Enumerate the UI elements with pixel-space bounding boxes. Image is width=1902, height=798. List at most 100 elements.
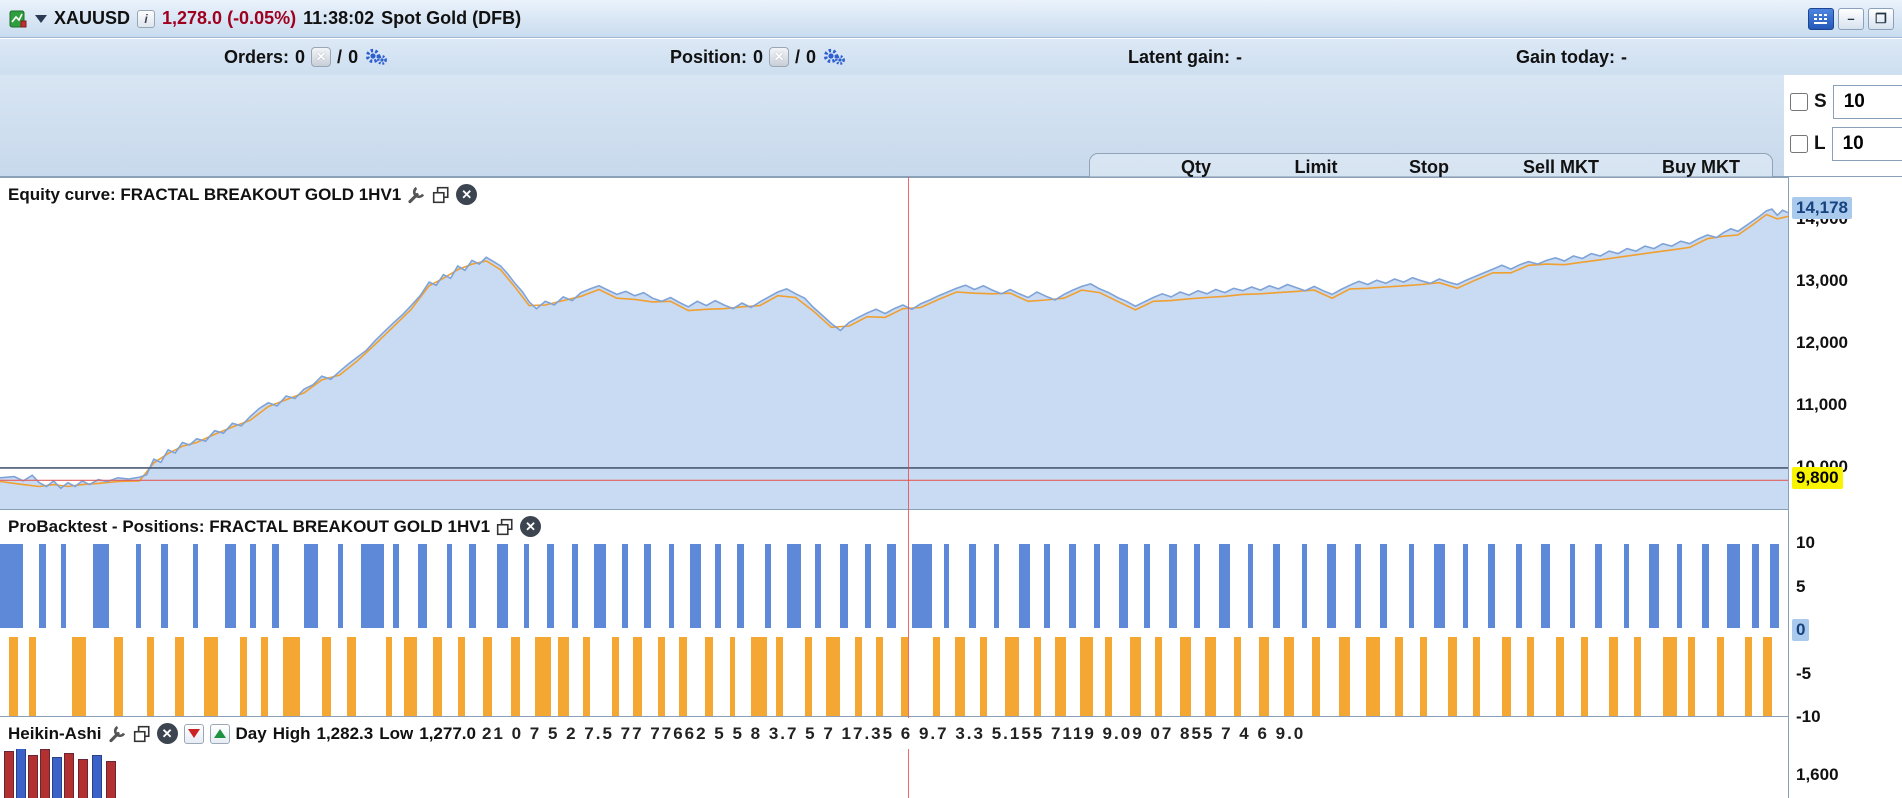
equity-panel[interactable]: Equity curve: FRACTAL BREAKOUT GOLD 1HV1…: [0, 177, 1788, 509]
equity-axis-tick: 13,000: [1792, 270, 1852, 292]
close-icon[interactable]: ✕: [157, 723, 178, 744]
limit-toggle-row: L: [1790, 127, 1902, 161]
long-position-bar: [1570, 544, 1575, 628]
sell-arrow-icon[interactable]: [184, 724, 204, 744]
toolbar: (x) units 1 hour Qty Limit Stop Sell MKT…: [0, 75, 1902, 177]
heikin-ashi-panel[interactable]: Heikin-Ashi ✕ Day High 1,282.3 Low 1,277…: [0, 716, 1788, 798]
short-position-bar: [612, 637, 619, 717]
short-position-bar: [805, 637, 812, 717]
long-position-bar: [1248, 544, 1253, 628]
long-position-bar: [572, 544, 577, 628]
long-position-bar: [815, 544, 820, 628]
stop-checkbox[interactable]: [1790, 93, 1808, 111]
heikin-candle: [52, 757, 62, 798]
long-position-bar: [1727, 544, 1740, 628]
long-position-bar: [690, 544, 701, 628]
wrench-icon[interactable]: [407, 185, 426, 204]
long-position-bar: [361, 544, 384, 628]
limit-distance-input[interactable]: [1832, 127, 1902, 161]
short-position-bar: [1155, 637, 1162, 717]
keypad-icon[interactable]: [1808, 8, 1834, 30]
heikin-candle: [78, 759, 88, 798]
instrument-name-label: Spot Gold (DFB): [381, 8, 521, 29]
instrument-dropdown-icon[interactable]: [35, 15, 47, 23]
short-position-bar: [1284, 637, 1295, 717]
position-sep: /: [795, 47, 800, 68]
position-group: Position: 0 ✕ / 0: [670, 39, 846, 75]
equity-chart[interactable]: [0, 178, 1788, 510]
positions-panel-header: ProBacktest - Positions: FRACTAL BREAKOU…: [0, 511, 549, 542]
short-position-bar: [535, 637, 551, 717]
long-position-bar: [1273, 544, 1280, 628]
stop-distance-input[interactable]: [1833, 85, 1902, 119]
short-position-bar: [1527, 637, 1534, 717]
heikin-candle: [64, 753, 74, 798]
restore-window-icon[interactable]: [496, 518, 514, 536]
short-position-bar: [204, 637, 218, 717]
heikin-candle: [16, 747, 26, 798]
long-position-bar: [865, 544, 870, 628]
limit-checkbox[interactable]: [1790, 135, 1808, 153]
limit-header: Limit: [1266, 157, 1366, 178]
heikin-panel-title: Heikin-Ashi: [8, 724, 102, 744]
long-position-bar: [447, 544, 452, 628]
short-position-bar: [1366, 637, 1380, 717]
orders-clear-icon[interactable]: ✕: [311, 47, 331, 67]
day-low-label: Low: [379, 724, 413, 744]
short-position-bar: [1005, 637, 1019, 717]
orders-settings-icon[interactable]: [364, 48, 388, 66]
close-icon[interactable]: ✕: [520, 516, 541, 537]
short-position-bar: [1055, 637, 1066, 717]
short-position-bar: [347, 637, 356, 717]
short-position-bar: [751, 637, 767, 717]
long-position-bar: [39, 544, 46, 628]
long-position-bar: [944, 544, 949, 628]
position-settings-icon[interactable]: [822, 48, 846, 66]
price-axis[interactable]: 14,00013,00012,00011,00010,00014,1789,80…: [1788, 177, 1902, 798]
close-icon[interactable]: ✕: [456, 184, 477, 205]
info-icon[interactable]: i: [137, 10, 155, 28]
position-label: Position:: [670, 47, 747, 68]
short-position-bar: [29, 637, 36, 717]
restore-window-icon[interactable]: [432, 186, 450, 204]
heikin-candle: [106, 761, 116, 798]
wrench-icon[interactable]: [108, 724, 127, 743]
limit-toggle-label: L: [1814, 133, 1826, 155]
equity-axis-tick: 11,000: [1792, 394, 1851, 416]
long-position-bar: [1019, 544, 1030, 628]
short-position-bar: [386, 637, 391, 717]
orders-count: 0: [295, 47, 305, 68]
positions-panel[interactable]: ProBacktest - Positions: FRACTAL BREAKOU…: [0, 509, 1788, 716]
long-position-bar: [93, 544, 109, 628]
long-position-bar: [524, 544, 529, 628]
restore-button[interactable]: ❐: [1868, 8, 1894, 30]
stop-header: Stop: [1379, 157, 1479, 178]
long-position-bar: [1144, 544, 1149, 628]
positions-panel-title: ProBacktest - Positions: FRACTAL BREAKOU…: [8, 517, 490, 537]
long-position-bar: [1516, 544, 1521, 628]
long-position-bar: [1770, 544, 1779, 628]
equity-panel-title: Equity curve: FRACTAL BREAKOUT GOLD 1HV1: [8, 185, 401, 205]
short-position-bar: [1259, 637, 1270, 717]
long-position-bar: [1094, 544, 1099, 628]
long-position-bar: [765, 544, 770, 628]
heikin-candle: [28, 755, 38, 798]
minimize-button[interactable]: –: [1838, 8, 1864, 30]
short-position-bar: [1234, 637, 1241, 717]
short-position-bar: [955, 637, 966, 717]
restore-window-icon[interactable]: [133, 725, 151, 743]
long-position-bar: [1380, 544, 1387, 628]
heikin-candle: [40, 749, 50, 798]
long-position-bar: [161, 544, 168, 628]
position-clear-icon[interactable]: ✕: [769, 47, 789, 67]
long-position-bar: [669, 544, 674, 628]
long-position-bar: [969, 544, 976, 628]
stop-toggle-label: S: [1814, 91, 1827, 113]
equity-baseline-label: 9,800: [1792, 467, 1843, 489]
short-position-bar: [1395, 637, 1404, 717]
long-position-bar: [594, 544, 607, 628]
day-high-value: 1,282.3: [317, 724, 374, 744]
buy-arrow-icon[interactable]: [210, 724, 230, 744]
long-position-bar: [1355, 544, 1360, 628]
short-position-bar: [679, 637, 686, 717]
